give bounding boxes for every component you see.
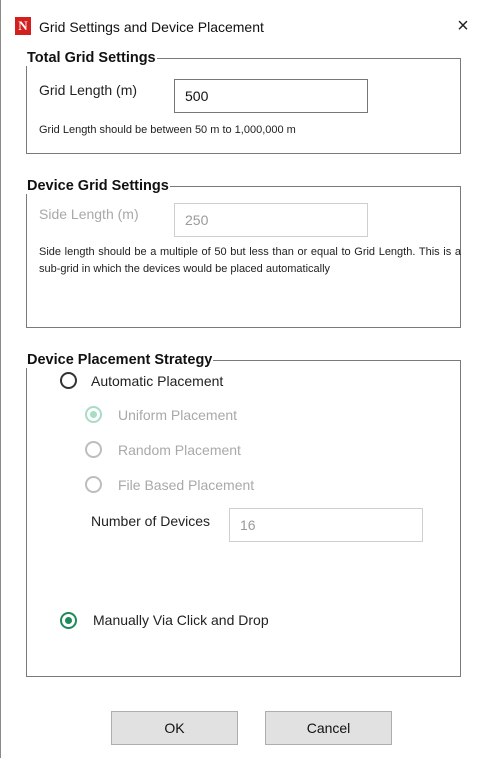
ok-button[interactable]: OK (111, 711, 238, 745)
window-title: Grid Settings and Device Placement (39, 19, 264, 35)
number-of-devices-label: Number of Devices (91, 513, 211, 529)
uniform-placement-label[interactable]: Uniform Placement (118, 407, 237, 423)
total-grid-settings-legend: Total Grid Settings (27, 50, 156, 66)
app-logo-icon: N (15, 17, 31, 35)
file-based-placement-radio[interactable] (85, 476, 102, 493)
manual-placement-radio[interactable] (60, 612, 77, 629)
file-based-placement-label[interactable]: File Based Placement (118, 477, 254, 493)
grid-length-label: Grid Length (m) (39, 82, 138, 98)
uniform-placement-radio[interactable] (85, 406, 102, 423)
side-length-input[interactable] (174, 203, 368, 237)
cancel-button[interactable]: Cancel (265, 711, 392, 745)
grid-length-hint: Grid Length should be between 50 m to 1,… (39, 124, 296, 136)
automatic-placement-label[interactable]: Automatic Placement (91, 373, 223, 389)
dialog-window: N Grid Settings and Device Placement × T… (0, 0, 481, 758)
close-button[interactable]: × (449, 12, 477, 40)
title-bar: N Grid Settings and Device Placement × (1, 0, 481, 44)
grid-length-input[interactable] (174, 79, 368, 113)
automatic-placement-radio[interactable] (60, 372, 77, 389)
side-length-label: Side Length (m) (39, 206, 139, 222)
side-length-hint: Side length should be a multiple of 50 b… (39, 246, 461, 275)
number-of-devices-input[interactable] (229, 508, 423, 542)
device-grid-settings-legend: Device Grid Settings (27, 178, 169, 194)
random-placement-label[interactable]: Random Placement (118, 442, 241, 458)
manual-placement-label[interactable]: Manually Via Click and Drop (93, 612, 269, 628)
device-placement-strategy-legend: Device Placement Strategy (27, 352, 213, 368)
random-placement-radio[interactable] (85, 441, 102, 458)
